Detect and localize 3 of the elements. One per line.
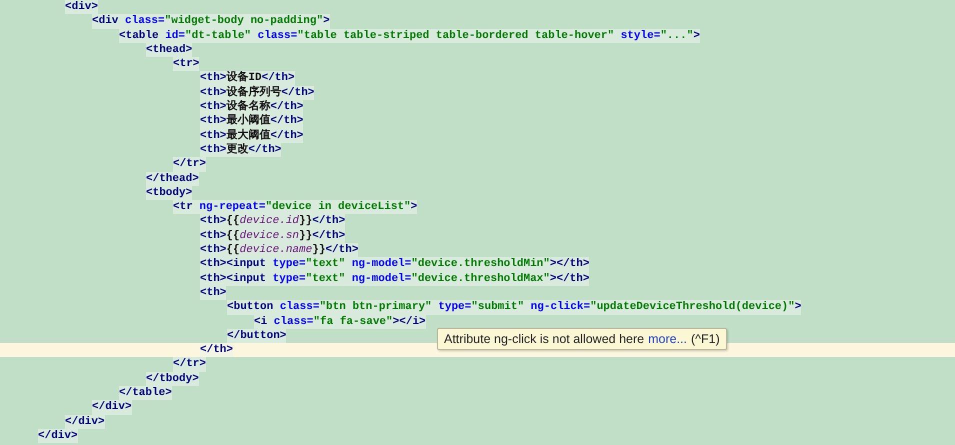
shortcut-hint: (^F1) <box>691 332 720 346</box>
tooltip-message: Attribute ng-click is not allowed here <box>444 332 644 346</box>
more-link[interactable]: more... <box>648 332 688 346</box>
